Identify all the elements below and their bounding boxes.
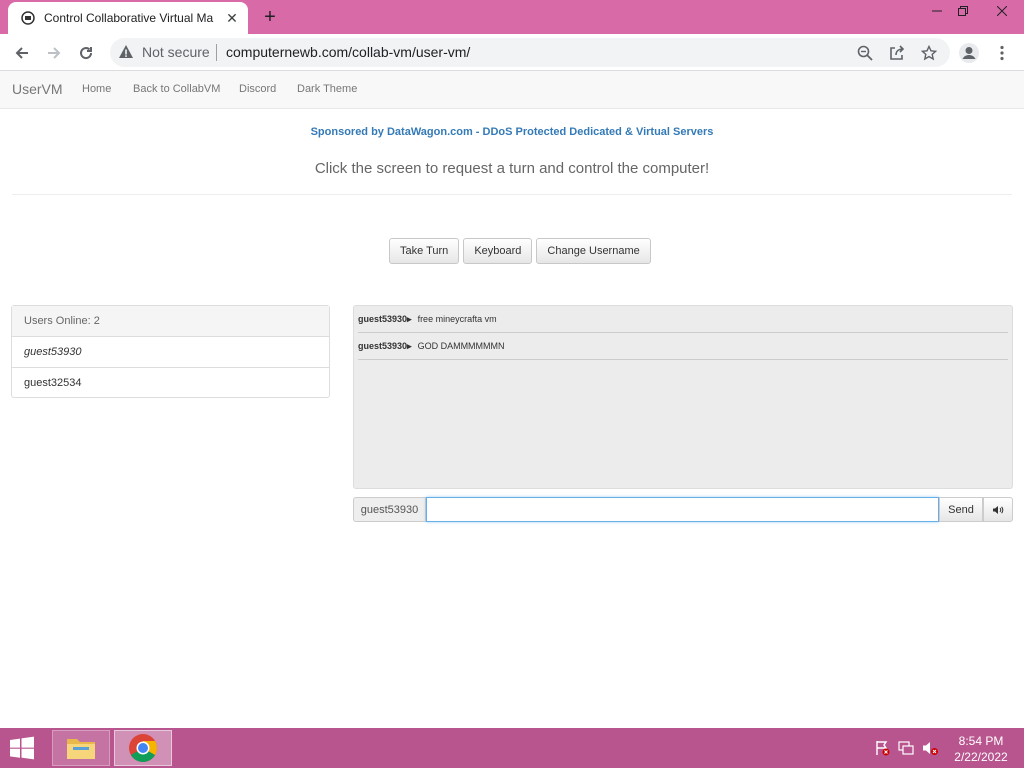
chrome-taskbar-button[interactable] xyxy=(114,730,172,766)
tab-title: Control Collaborative Virtual Ma xyxy=(44,11,214,25)
chat-input[interactable] xyxy=(426,497,939,522)
clock-date[interactable]: 2/22/2022 xyxy=(950,750,1012,764)
vm-controls: Take Turn Keyboard Change Username xyxy=(389,238,651,264)
bookmark-star-icon[interactable] xyxy=(920,44,938,62)
security-label[interactable]: Not secure xyxy=(142,44,210,60)
zoom-icon[interactable] xyxy=(856,44,874,62)
site-navbar: UserVM Home Back to CollabVM Discord Dar… xyxy=(0,71,1024,109)
url-text[interactable]: computernewb.com/collab-vm/user-vm/ xyxy=(226,44,470,60)
user-list-item[interactable]: guest53930 xyxy=(12,337,329,368)
warning-icon[interactable] xyxy=(118,44,134,60)
window-close-icon[interactable] xyxy=(980,0,1024,22)
tab-close-icon[interactable]: ✕ xyxy=(224,10,240,26)
network-icon[interactable] xyxy=(898,740,914,756)
chat-message-text: GOD DAMMMMMMN xyxy=(417,341,505,351)
chat-input-group: guest53930 Send xyxy=(353,497,1013,522)
user-list-item[interactable]: guest32534 xyxy=(12,368,329,399)
speaker-icon[interactable] xyxy=(983,497,1013,522)
keyboard-button[interactable]: Keyboard xyxy=(463,238,533,264)
sponsor-link[interactable]: Sponsored by DataWagon.com - DDoS Protec… xyxy=(0,126,1024,138)
nav-link-back-to-collabvm[interactable]: Back to CollabVM xyxy=(133,83,220,95)
chat-username-label: guest53930 xyxy=(353,497,426,522)
browser-tabstrip: Control Collaborative Virtual Ma ✕ + xyxy=(0,0,1024,34)
chat-message: guest53930▸ free mineycrafta vm xyxy=(358,306,1008,333)
clock-time[interactable]: 8:54 PM xyxy=(950,734,1012,748)
chat-message-user: guest53930▸ xyxy=(358,341,412,351)
kebab-menu-icon[interactable] xyxy=(994,42,1010,64)
profile-avatar-icon[interactable] xyxy=(958,42,980,64)
collabvm-favicon-icon xyxy=(20,10,36,26)
divider xyxy=(12,194,1012,195)
reload-icon[interactable] xyxy=(74,41,98,65)
chrome-icon xyxy=(129,734,157,762)
chat-log[interactable]: guest53930▸ free mineycrafta vm guest5393… xyxy=(353,305,1013,489)
nav-link-discord[interactable]: Discord xyxy=(239,83,276,95)
users-online-panel: Users Online: 2 guest53930 guest32534 xyxy=(11,305,330,398)
users-online-heading: Users Online: 2 xyxy=(12,306,329,337)
nav-link-dark-theme[interactable]: Dark Theme xyxy=(297,83,357,95)
share-icon[interactable] xyxy=(888,44,906,62)
chat-message: guest53930▸ GOD DAMMMMMMN xyxy=(358,333,1008,360)
volume-muted-icon[interactable] xyxy=(922,740,938,756)
window-restore-icon[interactable] xyxy=(946,0,980,22)
windows-start-icon[interactable] xyxy=(8,736,40,760)
browser-tab[interactable]: Control Collaborative Virtual Ma ✕ xyxy=(8,2,248,34)
browser-toolbar: Not secure computernewb.com/collab-vm/us… xyxy=(0,34,1024,71)
address-bar[interactable]: Not secure computernewb.com/collab-vm/us… xyxy=(110,38,950,67)
chat-message-text: free mineycrafta vm xyxy=(417,314,497,324)
file-explorer-taskbar-button[interactable] xyxy=(52,730,110,766)
forward-arrow-icon[interactable] xyxy=(42,41,66,65)
folder-icon xyxy=(67,739,95,759)
windows-taskbar: 8:54 PM 2/22/2022 xyxy=(0,728,1024,768)
address-separator xyxy=(216,44,217,61)
back-arrow-icon[interactable] xyxy=(10,41,34,65)
nav-link-home[interactable]: Home xyxy=(82,83,111,95)
new-tab-icon[interactable]: + xyxy=(260,6,280,28)
page-headline: Click the screen to request a turn and c… xyxy=(314,160,710,177)
send-button[interactable]: Send xyxy=(939,497,983,522)
change-username-button[interactable]: Change Username xyxy=(536,238,651,264)
take-turn-button[interactable]: Take Turn xyxy=(389,238,460,264)
site-brand[interactable]: UserVM xyxy=(12,81,63,97)
action-center-flag-icon[interactable] xyxy=(874,740,890,756)
chat-message-user: guest53930▸ xyxy=(358,314,412,324)
